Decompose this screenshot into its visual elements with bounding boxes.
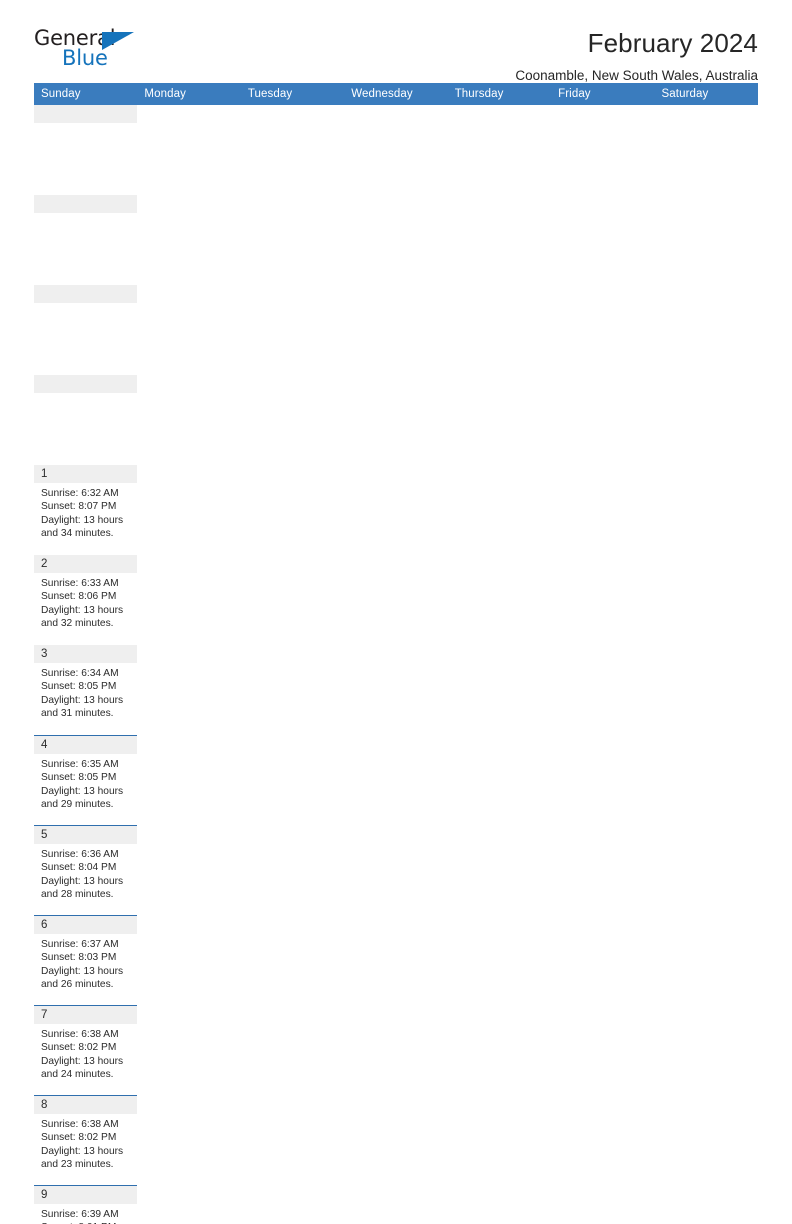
day-info-line: and 31 minutes. bbox=[41, 708, 114, 720]
day-sun-info: Sunrise: 6:35 AM Sunset: 8:05 PM Daylight:… bbox=[34, 754, 137, 812]
calendar-week-row: 1 Sunrise: 6:32 AM Sunset: 8:07 PM Daylight… bbox=[34, 105, 758, 735]
day-info-line: Daylight: 13 hours bbox=[41, 694, 124, 706]
day-info-line: Sunrise: 6:38 AM bbox=[41, 1119, 119, 1130]
day-info-line: and 26 minutes. bbox=[41, 979, 114, 991]
day-number: 9 bbox=[34, 1186, 138, 1204]
day-number: 6 bbox=[34, 916, 138, 934]
day-number bbox=[34, 105, 138, 123]
weekday-header-sunday: Sunday bbox=[34, 83, 138, 105]
day-sun-info: Sunrise: 6:36 AM Sunset: 8:04 PM Daylight:… bbox=[34, 844, 137, 902]
day-info-line: Sunset: 8:06 PM bbox=[41, 591, 117, 603]
day-info-line: Sunrise: 6:35 AM bbox=[41, 759, 119, 770]
logo-text-blue: Blue bbox=[62, 46, 108, 70]
day-sun-info bbox=[34, 213, 137, 217]
day-number bbox=[34, 285, 138, 303]
calendar-day-cell[interactable]: 8 Sunrise: 6:38 AM Sunset: 8:02 PM Daylight… bbox=[34, 1095, 138, 1185]
day-info-line: and 32 minutes. bbox=[41, 618, 114, 630]
day-info-line: Sunset: 8:02 PM bbox=[41, 1042, 117, 1054]
day-info-line: Sunrise: 6:39 AM bbox=[41, 1209, 119, 1220]
day-info-line: Daylight: 13 hours bbox=[41, 604, 124, 616]
calendar-day-cell-empty bbox=[34, 195, 138, 285]
calendar-day-cell-empty bbox=[34, 375, 138, 465]
day-number: 4 bbox=[34, 736, 138, 754]
day-info-line: Sunset: 8:03 PM bbox=[41, 952, 117, 964]
calendar-day-cell[interactable]: 3 Sunrise: 6:34 AM Sunset: 8:05 PM Daylight… bbox=[34, 645, 138, 735]
day-sun-info: Sunrise: 6:37 AM Sunset: 8:03 PM Daylight:… bbox=[34, 934, 137, 992]
day-number: 5 bbox=[34, 826, 138, 844]
day-info-line: Sunset: 8:07 PM bbox=[41, 501, 117, 513]
weekday-header-tuesday: Tuesday bbox=[240, 83, 345, 105]
calendar-page: General Blue February 2024 Coonamble, Ne… bbox=[0, 0, 792, 1224]
day-sun-info: Sunrise: 6:38 AM Sunset: 8:02 PM Daylight:… bbox=[34, 1024, 137, 1082]
day-info-line: Sunrise: 6:32 AM bbox=[41, 488, 119, 499]
calendar-day-cell[interactable]: 7 Sunrise: 6:38 AM Sunset: 8:02 PM Daylight… bbox=[34, 1005, 138, 1095]
calendar-day-cell[interactable]: 2 Sunrise: 6:33 AM Sunset: 8:06 PM Daylight… bbox=[34, 555, 138, 645]
calendar-day-cell-empty bbox=[34, 105, 138, 195]
day-sun-info: Sunrise: 6:39 AMSunset: 8:01 PMDaylight:… bbox=[34, 1204, 137, 1224]
day-info-line: Daylight: 13 hours bbox=[41, 1055, 124, 1067]
day-number: 7 bbox=[34, 1006, 138, 1024]
calendar-day-cell[interactable]: 1 Sunrise: 6:32 AM Sunset: 8:07 PM Daylight… bbox=[34, 465, 138, 555]
day-info-line: Sunset: 8:05 PM bbox=[41, 681, 117, 693]
page-title: February 2024 bbox=[587, 28, 758, 58]
day-number: 2 bbox=[34, 555, 138, 573]
day-info-line: Sunset: 8:02 PM bbox=[41, 1132, 117, 1144]
day-info-line: and 29 minutes. bbox=[41, 799, 114, 811]
weekday-header-friday: Friday bbox=[551, 83, 655, 105]
day-sun-info: Sunrise: 6:38 AM Sunset: 8:02 PM Daylight:… bbox=[34, 1114, 137, 1172]
day-info-line: and 34 minutes. bbox=[41, 528, 114, 540]
day-info-line: Sunrise: 6:38 AM bbox=[41, 1029, 119, 1040]
calendar-header-row: Sunday Monday Tuesday Wednesday Thursday Frid… bbox=[34, 83, 758, 105]
day-info-line: Daylight: 13 hours bbox=[41, 785, 124, 797]
calendar-body: 1 Sunrise: 6:32 AM Sunset: 8:07 PM Daylight… bbox=[34, 105, 758, 1224]
day-number bbox=[34, 195, 138, 213]
day-number: 3 bbox=[34, 645, 138, 663]
day-sun-info: Sunrise: 6:32 AM Sunset: 8:07 PM Daylight:… bbox=[34, 483, 137, 541]
day-number bbox=[34, 375, 138, 393]
calendar-day-cell[interactable]: 5 Sunrise: 6:36 AM Sunset: 8:04 PM Daylight… bbox=[34, 825, 138, 915]
calendar-day-cell[interactable]: 6 Sunrise: 6:37 AM Sunset: 8:03 PM Daylight… bbox=[34, 915, 138, 1005]
weekday-header-saturday: Saturday bbox=[654, 83, 758, 105]
day-sun-info bbox=[34, 303, 137, 307]
calendar-table: Sunday Monday Tuesday Wednesday Thursday Frid… bbox=[34, 83, 758, 1224]
page-subtitle: Coonamble, New South Wales, Australia bbox=[515, 68, 758, 83]
day-sun-info bbox=[34, 393, 137, 397]
calendar-week-row: 4 Sunrise: 6:35 AM Sunset: 8:05 PM Daylight… bbox=[34, 735, 758, 1224]
day-info-line: and 23 minutes. bbox=[41, 1159, 114, 1171]
calendar-day-cell-empty bbox=[34, 285, 138, 375]
day-info-line: Daylight: 13 hours bbox=[41, 875, 124, 887]
day-number: 8 bbox=[34, 1096, 138, 1114]
day-info-line: Sunset: 8:01 PM bbox=[41, 1221, 130, 1224]
day-info-line: Daylight: 13 hours bbox=[41, 965, 124, 977]
page-header: General Blue February 2024 Coonamble, Ne… bbox=[34, 0, 758, 84]
day-sun-info: Sunrise: 6:33 AM Sunset: 8:06 PM Daylight:… bbox=[34, 573, 137, 631]
day-sun-info bbox=[34, 123, 137, 127]
day-info-line: and 28 minutes. bbox=[41, 889, 114, 901]
calendar-day-cell[interactable]: 9Sunrise: 6:39 AMSunset: 8:01 PMDaylight… bbox=[34, 1185, 138, 1224]
day-info-line: Sunrise: 6:34 AM bbox=[41, 668, 119, 679]
day-info-line: Daylight: 13 hours bbox=[41, 514, 124, 526]
day-info-line: Sunrise: 6:37 AM bbox=[41, 939, 119, 950]
day-info-line: Daylight: 13 hours bbox=[41, 1145, 124, 1157]
weekday-header-wednesday: Wednesday bbox=[344, 83, 448, 105]
day-info-line: Sunrise: 6:36 AM bbox=[41, 849, 119, 860]
weekday-header-monday: Monday bbox=[137, 83, 241, 105]
day-number: 1 bbox=[34, 465, 138, 483]
calendar-day-cell[interactable]: 4 Sunrise: 6:35 AM Sunset: 8:05 PM Daylight… bbox=[34, 735, 138, 825]
day-info-line: Sunrise: 6:33 AM bbox=[41, 578, 119, 589]
general-blue-logo[interactable]: General Blue bbox=[34, 28, 154, 74]
day-info-line: and 24 minutes. bbox=[41, 1069, 114, 1081]
day-info-line: Sunset: 8:05 PM bbox=[41, 772, 117, 784]
title-block: February 2024 Coonamble, New South Wales… bbox=[515, 28, 758, 86]
day-sun-info: Sunrise: 6:34 AM Sunset: 8:05 PM Daylight:… bbox=[34, 663, 137, 721]
weekday-header-thursday: Thursday bbox=[447, 83, 552, 105]
day-info-line: Sunset: 8:04 PM bbox=[41, 862, 117, 874]
